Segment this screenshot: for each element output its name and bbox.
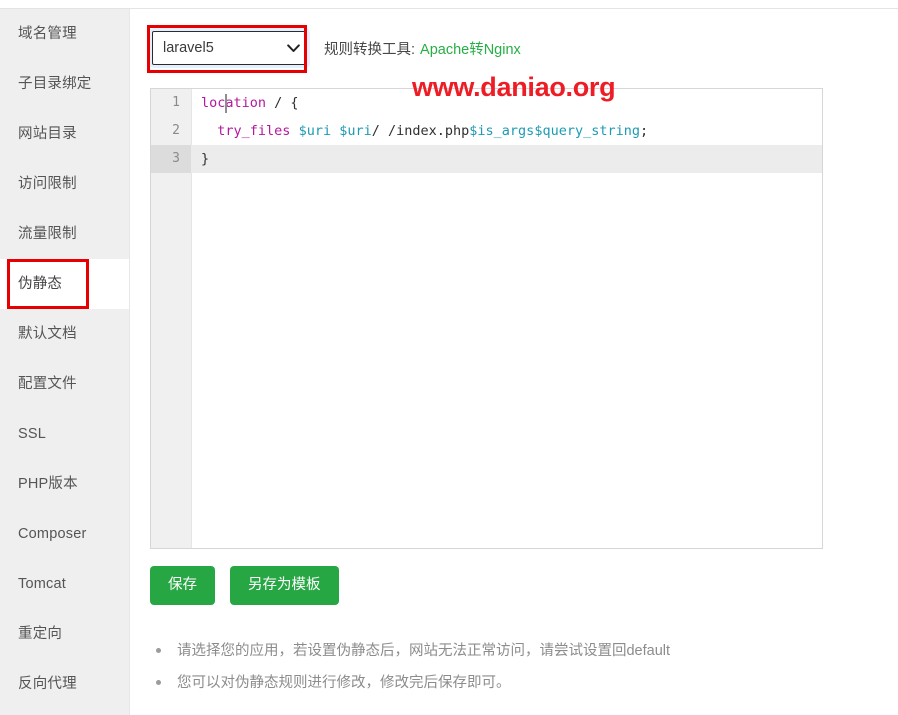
bullet-icon: [156, 680, 161, 685]
editor-line-code: try_files $uri $uri/ /index.php$is_args$…: [217, 123, 649, 139]
app-preset-select[interactable]: laravel5: [152, 31, 307, 65]
app-preset-select-value: laravel5: [163, 40, 214, 56]
sidebar-item-label: SSL: [18, 426, 47, 442]
save-button[interactable]: 保存: [150, 566, 215, 605]
sidebar-item-label: 访问限制: [18, 176, 77, 192]
editor-line-number: 2: [172, 123, 180, 138]
help-note-item: 您可以对伪静态规则进行修改，修改完后保存即可。: [150, 668, 850, 700]
converter-label: 规则转换工具:: [324, 41, 416, 58]
help-notes: 请选择您的应用，若设置伪静态后，网站无法正常访问，请尝试设置回default 您可…: [150, 636, 850, 700]
sidebar-item-label: 重定向: [18, 626, 63, 642]
bullet-icon: [156, 648, 161, 653]
sidebar-item-6[interactable]: 默认文档: [0, 309, 129, 359]
sidebar-item-label: Composer: [18, 526, 87, 542]
sidebar-item-label: Tomcat: [18, 576, 66, 592]
sidebar-item-0[interactable]: 域名管理: [0, 9, 129, 59]
help-note-text: 您可以对伪静态规则进行修改，修改完后保存即可。: [177, 675, 511, 691]
pseudo-static-code-editor[interactable]: 1 location / { 2 try_files $uri $uri/ /ind…: [150, 88, 823, 549]
editor-lines: 1 location / { 2 try_files $uri $uri/ /ind…: [151, 89, 822, 173]
sidebar-item-label: 网站目录: [18, 126, 77, 142]
sidebar-nav: 域名管理子目录绑定网站目录访问限制流量限制伪静态默认文档配置文件 SSL PHP版本…: [0, 9, 130, 715]
sidebar-item-label: 流量限制: [18, 226, 77, 242]
sidebar-item-label: 域名管理: [18, 26, 77, 42]
editor-line-code: location / {: [201, 95, 299, 111]
sidebar-item-4[interactable]: 流量限制: [0, 209, 129, 259]
sidebar-item-11[interactable]: Tomcat: [0, 559, 129, 609]
sidebar-item-label: PHP版本: [18, 476, 78, 492]
sidebar-item-7[interactable]: 配置文件: [0, 359, 129, 409]
toolbar: laravel5 规则转换工具: Apache转Nginx: [152, 30, 521, 66]
action-button-row: 保存 另存为模板: [150, 566, 339, 605]
editor-line[interactable]: 2 try_files $uri $uri/ /index.php$is_arg…: [151, 117, 822, 145]
page-root: 域名管理子目录绑定网站目录访问限制流量限制伪静态默认文档配置文件 SSL PHP版本…: [0, 0, 898, 715]
text-caret: [225, 94, 227, 113]
save-as-template-button[interactable]: 另存为模板: [230, 566, 339, 605]
editor-line[interactable]: 1 location / {: [151, 89, 822, 117]
sidebar-item-label: 默认文档: [18, 326, 77, 342]
sidebar-item-1[interactable]: 子目录绑定: [0, 59, 129, 109]
chevron-down-icon: [280, 43, 306, 53]
apache-to-nginx-link[interactable]: Apache转Nginx: [420, 38, 521, 59]
sidebar-item-12[interactable]: 重定向: [0, 609, 129, 659]
content-pane: laravel5 规则转换工具: Apache转Nginx www.daniao…: [131, 9, 898, 715]
sidebar-item-3[interactable]: 访问限制: [0, 159, 129, 209]
editor-line-code: }: [201, 151, 210, 167]
sidebar-item-8[interactable]: SSL: [0, 409, 129, 459]
editor-line-number: 3: [151, 145, 191, 173]
sidebar-item-label: 反向代理: [18, 676, 77, 692]
help-note-text: 请选择您的应用，若设置伪静态后，网站无法正常访问，请尝试设置回default: [177, 643, 671, 659]
sidebar-item-10[interactable]: Composer: [0, 509, 129, 559]
sidebar-item-5[interactable]: 伪静态: [0, 259, 129, 309]
sidebar-item-label: 配置文件: [18, 376, 77, 392]
editor-line-number: 1: [172, 95, 180, 110]
sidebar-item-13[interactable]: 反向代理: [0, 659, 129, 709]
sidebar-item-label: 伪静态: [18, 276, 63, 292]
sidebar-item-label: 子目录绑定: [18, 76, 92, 92]
editor-line[interactable]: 3}: [151, 145, 822, 173]
sidebar-item-2[interactable]: 网站目录: [0, 109, 129, 159]
sidebar-item-9[interactable]: PHP版本: [0, 459, 129, 509]
help-note-item: 请选择您的应用，若设置伪静态后，网站无法正常访问，请尝试设置回default: [150, 636, 850, 668]
